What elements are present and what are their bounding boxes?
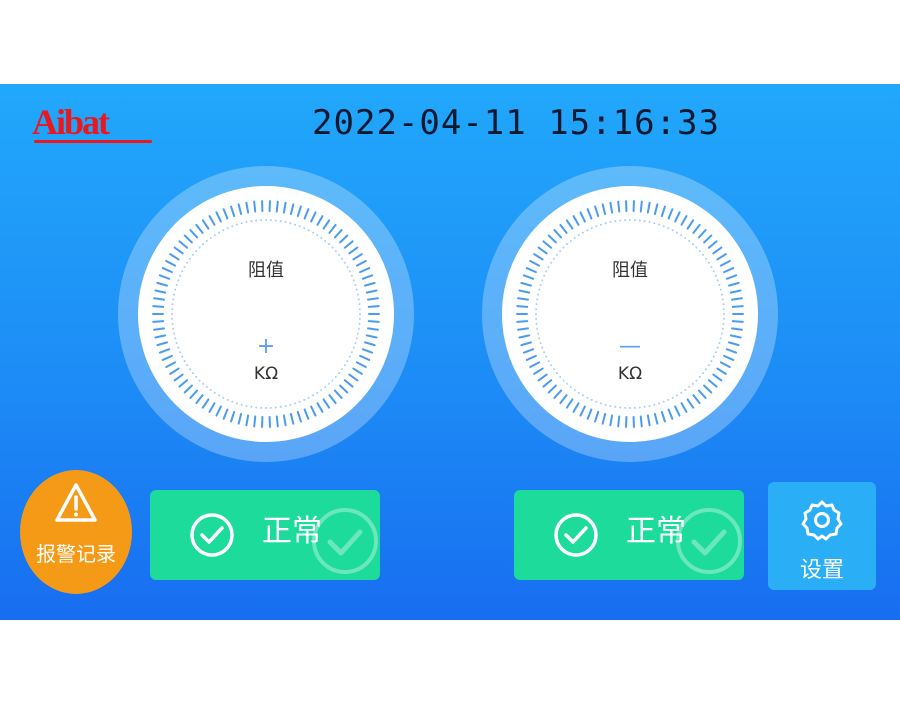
check-circle-icon — [554, 513, 598, 557]
gauge-negative-label: 阻值 — [612, 260, 648, 281]
gear-icon — [801, 500, 843, 541]
warning-icon — [55, 483, 97, 522]
gauge-positive-face: 阻值 + KΩ — [138, 186, 394, 442]
settings-label: 设置 — [799, 558, 844, 583]
gauge-positive: 阻值 + KΩ — [118, 166, 414, 462]
gauge-negative-unit: KΩ — [617, 364, 643, 384]
check-watermark-icon — [312, 508, 378, 574]
check-watermark-icon — [676, 508, 742, 574]
plus-sign: + — [256, 334, 276, 359]
gauge-negative: 阻值 — KΩ — [482, 166, 778, 462]
settings-button[interactable]: 设置 — [768, 482, 876, 590]
minus-sign: — — [619, 334, 641, 359]
gauge-positive-unit: KΩ — [253, 364, 279, 384]
alarm-record-label: 报警记录 — [36, 542, 116, 566]
main-screen: Aibat 2022-04-11 15:16:33 阻值 + KΩ 阻值 — K… — [0, 84, 900, 620]
check-circle-icon — [190, 513, 234, 557]
alarm-record-button[interactable]: 报警记录 — [20, 470, 132, 594]
status-positive: 正常 — [150, 490, 380, 580]
gauge-positive-ticks — [152, 200, 380, 428]
brand-logo-underline — [34, 140, 152, 143]
status-negative: 正常 — [514, 490, 744, 580]
gauge-negative-ticks — [516, 200, 744, 428]
gauge-positive-label: 阻值 — [248, 260, 284, 281]
gauge-negative-face: 阻值 — KΩ — [502, 186, 758, 442]
current-datetime: 2022-04-11 15:16:33 — [312, 103, 720, 143]
